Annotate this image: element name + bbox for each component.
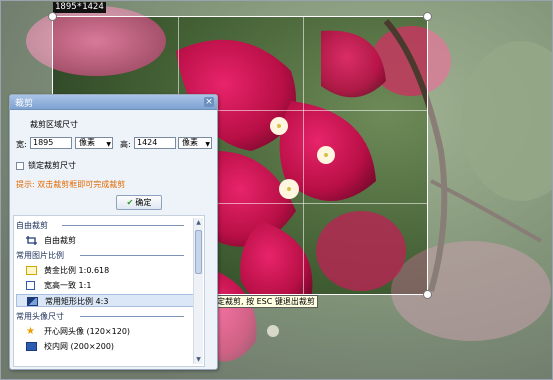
list-item[interactable]: ★ 开心网头像 (120×120) [16,325,195,338]
list-item-label: 黄金比例 1:0.618 [44,266,110,275]
preset-list[interactable]: 自由裁剪 自由裁剪 常用图片比例 黄金比例 1:0.618 宽高一致 1:1 常… [13,215,205,367]
group-header: 常用图片比例 [16,250,186,261]
height-input[interactable]: 1424 [134,137,176,149]
width-unit-select[interactable]: 像素 ▼ [75,137,113,149]
square-icon [26,281,35,290]
lock-size-checkbox[interactable] [16,162,24,170]
height-label: 高: [120,140,131,149]
scroll-up-icon[interactable]: ▲ [194,218,203,227]
group-title: 自由裁剪 [16,221,48,230]
list-item-label: 自由裁剪 [44,236,76,245]
rectangle-ratio-icon [27,297,38,306]
list-item[interactable]: 黄金比例 1:0.618 [16,264,195,277]
group-header: 自由裁剪 [16,220,186,231]
crop-icon [26,236,37,245]
group-title: 常用图片比例 [16,251,64,260]
chevron-down-icon: ▼ [106,141,111,148]
scroll-thumb[interactable] [195,230,202,274]
tip-text: 提示: 双击裁剪框即可完成裁剪 [16,180,126,189]
width-input[interactable]: 1895 [30,137,72,149]
list-item-label: 宽高一致 1:1 [44,281,92,290]
scroll-down-icon[interactable]: ▼ [194,355,203,364]
list-scrollbar[interactable]: ▲ ▼ [193,218,203,364]
list-item[interactable]: 校内网 (200×200) [16,340,195,353]
crop-handle-bottom-right[interactable] [423,290,432,299]
group-header: 常用头像尺寸 [16,311,186,322]
crop-handle-top-left[interactable] [48,12,57,21]
width-label: 宽: [16,140,27,149]
group-divider [62,225,184,226]
list-item-label: 常用矩形比例 4:3 [45,297,109,306]
dialog-title: 裁剪 [15,99,34,109]
lock-size-label: 锁定裁剪尺寸 [28,161,76,170]
group-divider [80,316,184,317]
list-item[interactable]: 宽高一致 1:1 [16,279,195,292]
crop-size-panel: 裁剪区域尺寸 宽: 1895 像素 ▼ 高: 1424 像素 ▼ 锁定裁剪尺寸 … [14,113,213,213]
height-unit-select[interactable]: 像素 ▼ [178,137,212,149]
group-title: 常用头像尺寸 [16,312,64,321]
crop-dialog: 裁剪 × 裁剪区域尺寸 宽: 1895 像素 ▼ 高: 1424 像素 ▼ 锁定… [9,94,218,370]
xiaonei-avatar-icon [26,342,37,351]
crop-handle-top-right[interactable] [423,12,432,21]
group-divider [80,255,184,256]
list-item-selected[interactable]: 常用矩形比例 4:3 [16,294,195,307]
crop-size-label: 1895*1424 [53,2,106,13]
kaixin-avatar-icon: ★ [26,326,35,337]
golden-ratio-icon [26,266,37,275]
image-canvas[interactable]: 1895*1424 双击选择的区域确定裁剪, 按 ESC 键退出裁剪 裁剪 × … [0,0,553,380]
crop-grid-line [303,17,304,294]
list-item-label: 校内网 (200×200) [44,342,115,351]
list-item-label: 开心网头像 (120×120) [44,327,131,336]
ok-label: 确定 [135,198,152,207]
check-icon: ✔ [126,198,134,207]
height-unit-value: 像素 [182,138,198,147]
width-unit-value: 像素 [79,138,95,147]
ok-button[interactable]: ✔ 确定 [116,195,162,210]
section-label: 裁剪区域尺寸 [30,120,78,129]
close-button[interactable]: × [204,97,214,107]
chevron-down-icon: ▼ [205,141,210,148]
list-item[interactable]: 自由裁剪 [16,234,195,247]
dialog-titlebar[interactable]: 裁剪 × [10,95,217,110]
